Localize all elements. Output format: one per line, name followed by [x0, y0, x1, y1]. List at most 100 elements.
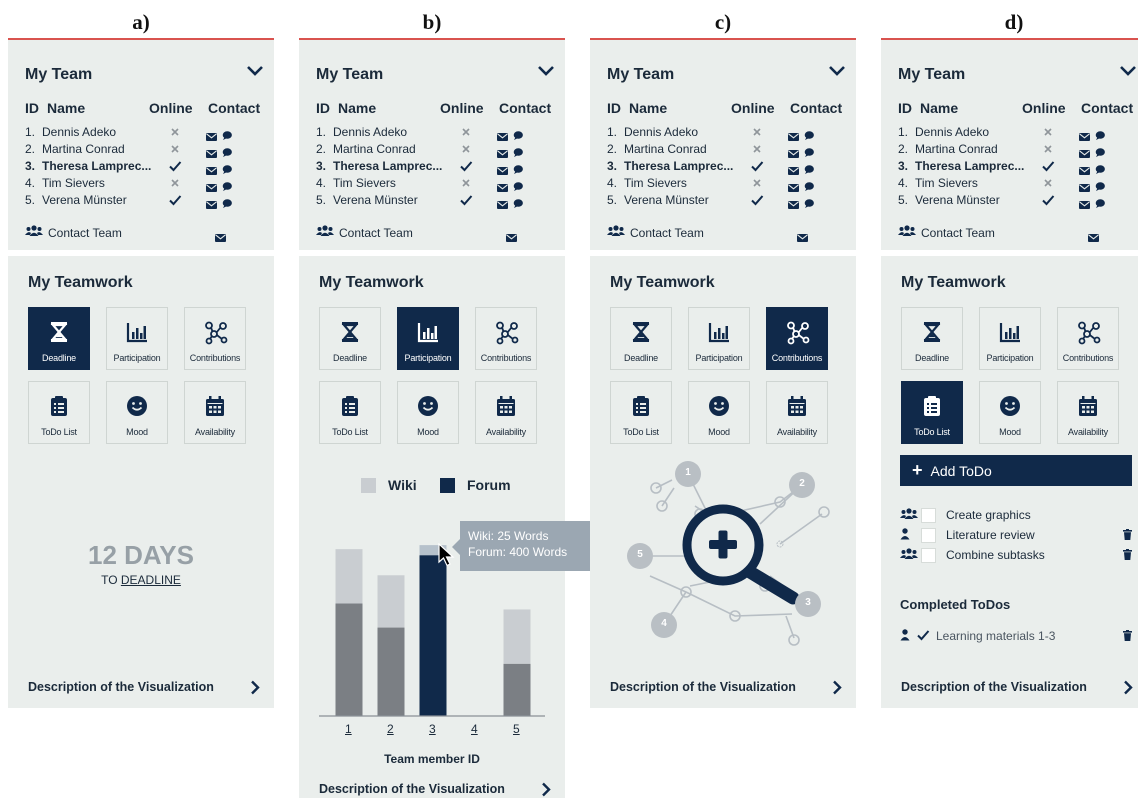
email-icon[interactable] [497, 128, 508, 141]
email-icon[interactable] [1079, 196, 1090, 209]
email-icon[interactable] [497, 162, 508, 175]
email-icon[interactable] [497, 196, 508, 209]
tile-mood[interactable]: Mood [688, 381, 750, 444]
chat-icon[interactable] [222, 161, 232, 174]
trash-icon[interactable] [1123, 549, 1132, 560]
chat-icon[interactable] [513, 127, 523, 140]
email-icon[interactable] [497, 179, 508, 192]
chevron-down-icon[interactable] [246, 64, 264, 78]
email-team-icon[interactable] [215, 229, 226, 242]
chat-icon[interactable] [804, 161, 814, 174]
tile-deadline[interactable]: Deadline [610, 307, 672, 370]
tile-deadline[interactable]: Deadline [28, 307, 90, 370]
chevron-right-icon[interactable] [1123, 680, 1133, 695]
description-link[interactable]: Description of the Visualization [610, 680, 796, 694]
email-icon[interactable] [206, 162, 217, 175]
column-header-name: Name [920, 100, 959, 116]
bar-wiki-2[interactable] [377, 575, 405, 628]
tile-mood[interactable]: Mood [106, 381, 168, 444]
tile-contributions[interactable]: Contributions [766, 307, 828, 370]
x-tick-label[interactable]: 2 [387, 722, 394, 736]
tile-participation[interactable]: Participation [688, 307, 750, 370]
email-icon[interactable] [1079, 128, 1090, 141]
email-icon[interactable] [206, 179, 217, 192]
hourglass-icon [630, 321, 652, 343]
email-icon[interactable] [788, 179, 799, 192]
panel-label: d) [1004, 10, 1024, 34]
chat-icon[interactable] [1095, 195, 1105, 208]
email-icon[interactable] [497, 145, 508, 158]
chat-icon[interactable] [1095, 161, 1105, 174]
email-icon[interactable] [788, 128, 799, 141]
chat-icon[interactable] [222, 178, 232, 191]
chevron-right-icon[interactable] [250, 680, 260, 695]
email-icon[interactable] [788, 145, 799, 158]
chevron-down-icon[interactable] [1119, 64, 1137, 78]
bar-forum-2[interactable] [377, 627, 405, 716]
todo-checkbox[interactable] [921, 547, 936, 563]
todo-checkbox[interactable] [921, 527, 936, 543]
chat-icon[interactable] [222, 127, 232, 140]
bar-forum-3[interactable] [419, 555, 447, 716]
email-icon[interactable] [1079, 145, 1090, 158]
chevron-down-icon[interactable] [537, 64, 555, 78]
chat-icon[interactable] [513, 144, 523, 157]
tile-todo-list[interactable]: ToDo List [610, 381, 672, 444]
my-teamwork-title: My Teamwork [901, 274, 1006, 291]
todo-checkbox[interactable] [921, 507, 936, 523]
email-team-icon[interactable] [506, 229, 517, 242]
chat-icon[interactable] [804, 195, 814, 208]
contact-team-label: Contact Team [630, 225, 704, 240]
chat-icon[interactable] [513, 178, 523, 191]
x-tick-label[interactable]: 5 [513, 722, 520, 736]
email-icon[interactable] [788, 162, 799, 175]
x-tick-label[interactable]: 3 [429, 722, 436, 736]
chat-icon[interactable] [513, 195, 523, 208]
chat-icon[interactable] [1095, 144, 1105, 157]
description-link[interactable]: Description of the Visualization [28, 680, 214, 694]
tile-availability[interactable]: Availability [766, 381, 828, 444]
tile-availability[interactable]: Availability [184, 381, 246, 444]
email-team-icon[interactable] [1088, 229, 1099, 242]
trash-icon[interactable] [1123, 529, 1132, 540]
bar-wiki-5[interactable] [503, 609, 531, 664]
email-icon[interactable] [1079, 162, 1090, 175]
tile-availability[interactable]: Availability [1057, 381, 1119, 444]
bar-forum-1[interactable] [335, 603, 363, 716]
description-link[interactable]: Description of the Visualization [901, 680, 1087, 694]
chevron-down-icon[interactable] [828, 64, 846, 78]
tile-todo-list[interactable]: ToDo List [28, 381, 90, 444]
chat-icon[interactable] [804, 178, 814, 191]
email-icon[interactable] [206, 145, 217, 158]
chevron-right-icon[interactable] [832, 680, 842, 695]
chat-icon[interactable] [222, 144, 232, 157]
chat-icon[interactable] [513, 161, 523, 174]
tile-participation[interactable]: Participation [106, 307, 168, 370]
add-todo-button[interactable]: + Add ToDo [900, 455, 1132, 486]
chat-icon[interactable] [1095, 127, 1105, 140]
email-icon[interactable] [206, 128, 217, 141]
tile-mood[interactable]: Mood [979, 381, 1041, 444]
chat-icon[interactable] [804, 144, 814, 157]
tile-deadline[interactable]: Deadline [901, 307, 963, 370]
tile-contributions[interactable]: Contributions [1057, 307, 1119, 370]
tile-participation[interactable]: Participation [979, 307, 1041, 370]
deadline-link[interactable]: DEADLINE [121, 573, 181, 587]
email-icon[interactable] [788, 196, 799, 209]
chat-icon[interactable] [222, 195, 232, 208]
email-icon[interactable] [206, 196, 217, 209]
chat-icon[interactable] [804, 127, 814, 140]
tile-contributions[interactable]: Contributions [184, 307, 246, 370]
x-tick-label[interactable]: 4 [471, 722, 478, 736]
email-icon[interactable] [1079, 179, 1090, 192]
x-tick-label[interactable]: 1 [345, 722, 352, 736]
member-index: 2. [316, 142, 327, 156]
hourglass-icon [48, 321, 70, 343]
bar-forum-5[interactable] [503, 663, 531, 716]
chat-icon[interactable] [1095, 178, 1105, 191]
bar-wiki-1[interactable] [335, 549, 363, 604]
member-name: Theresa Lamprec... [915, 159, 1025, 173]
tile-todo-list[interactable]: ToDo List [901, 381, 963, 444]
trash-icon[interactable] [1123, 630, 1132, 641]
email-team-icon[interactable] [797, 229, 808, 242]
